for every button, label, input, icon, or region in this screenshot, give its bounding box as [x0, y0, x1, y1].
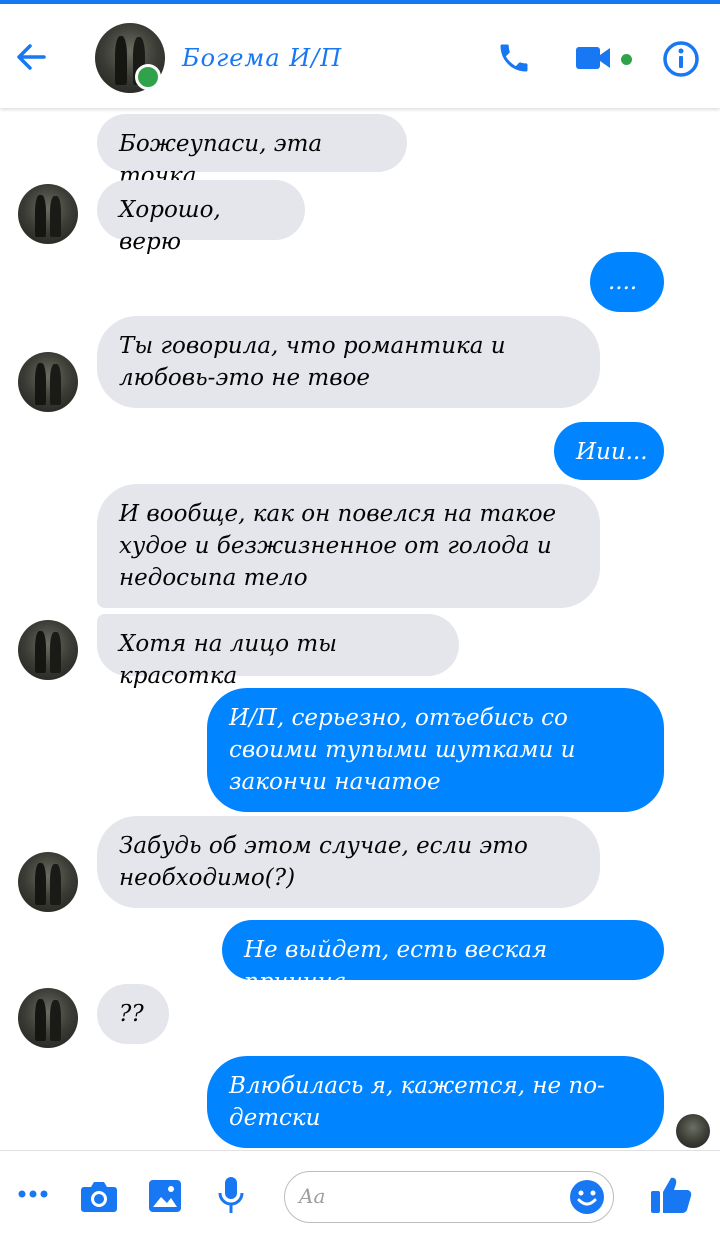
message-incoming[interactable]: Хотя на лицо ты красотка [97, 614, 459, 689]
message-incoming[interactable]: Божеупаси, эта точка [97, 114, 407, 189]
message-outgoing[interactable]: .... [590, 252, 664, 312]
emoji-icon[interactable] [569, 1179, 605, 1215]
gallery-icon[interactable] [148, 1179, 182, 1213]
message-outgoing[interactable]: И/П, серьезно, отъебись со своими тупыми… [207, 688, 664, 812]
composer-bar: Aa [0, 1150, 720, 1241]
contact-name[interactable]: Богема И/П [182, 44, 342, 72]
sender-avatar [18, 352, 78, 412]
sender-avatar [18, 988, 78, 1048]
message-incoming[interactable]: И вообще, как он повелся на такое худое … [97, 484, 600, 608]
more-icon[interactable] [18, 1189, 48, 1199]
phone-icon[interactable] [496, 40, 532, 76]
message-incoming[interactable]: Ты говорила, что романтика и любовь-это … [97, 316, 600, 408]
message-incoming[interactable]: Хорошо, верю [97, 180, 305, 255]
video-active-dot [621, 54, 632, 65]
microphone-icon[interactable] [217, 1175, 245, 1215]
video-call-icon[interactable] [574, 42, 612, 74]
sender-avatar [18, 852, 78, 912]
message-outgoing[interactable]: Иии... [554, 422, 664, 480]
message-incoming[interactable]: Забудь об этом случае, если это необходи… [97, 816, 600, 908]
seen-receipt-avatar [676, 1114, 710, 1148]
message-input-placeholder: Aa [299, 1184, 326, 1208]
message-outgoing[interactable]: Не выйдет, есть веская причина [222, 920, 664, 995]
camera-icon[interactable] [80, 1179, 118, 1213]
sender-avatar [18, 620, 78, 680]
like-icon[interactable] [650, 1175, 692, 1215]
message-incoming[interactable]: ?? [97, 984, 169, 1044]
message-list[interactable]: Божеупаси, эта точка Хорошо, верю .... Т… [0, 108, 720, 1150]
online-status-indicator [135, 64, 161, 90]
info-icon[interactable] [662, 40, 700, 78]
chat-header: Богема И/П [0, 4, 720, 108]
sender-avatar [18, 184, 78, 244]
message-outgoing[interactable]: Влюбилась я, кажется, не по- детски [207, 1056, 664, 1148]
message-input[interactable]: Aa [284, 1171, 614, 1223]
back-arrow-icon[interactable] [14, 40, 48, 74]
